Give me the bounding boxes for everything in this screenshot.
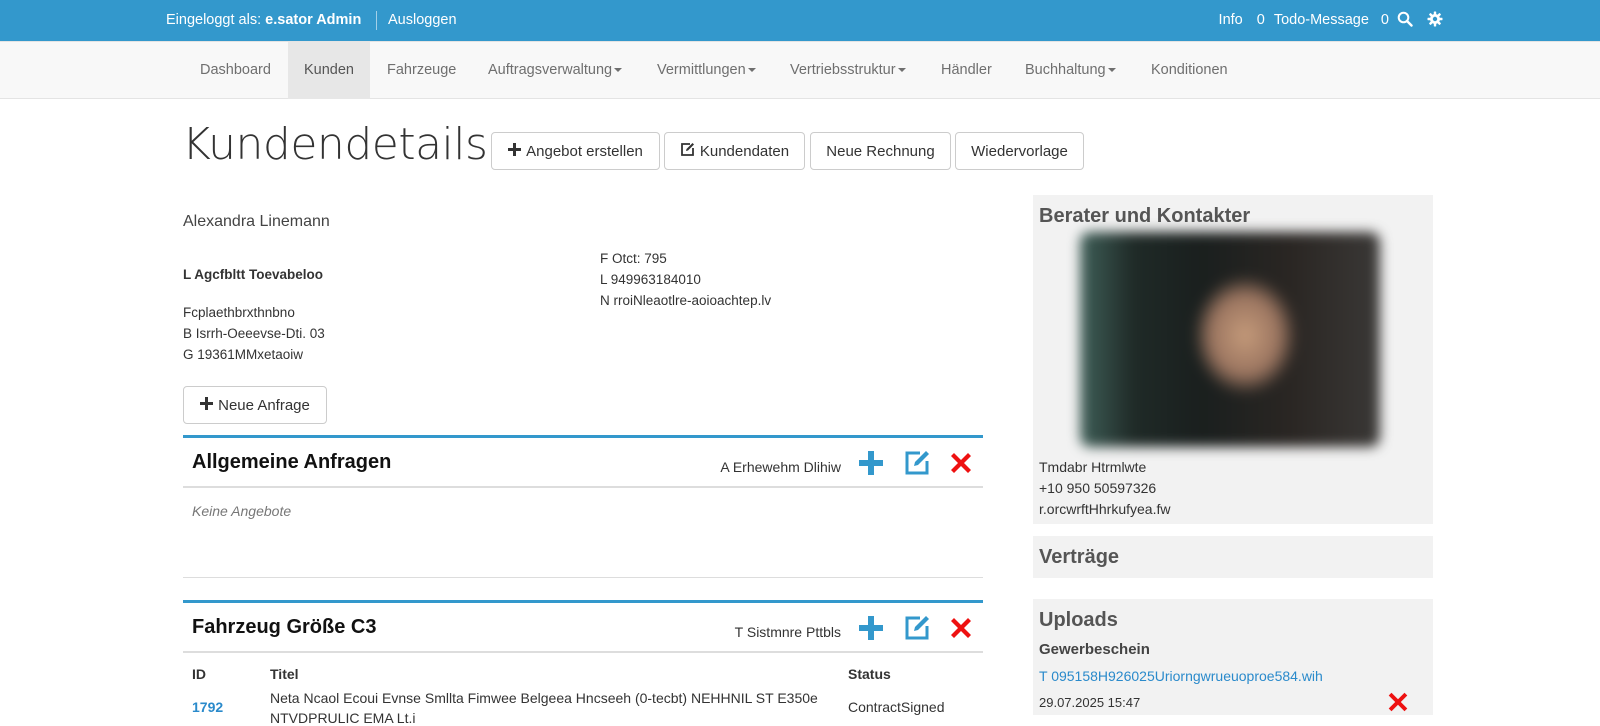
- nav-item-dashboard[interactable]: Dashboard: [184, 42, 287, 99]
- delete-icon[interactable]: [947, 614, 975, 642]
- vehicle-panel: Fahrzeug Größe C3 T Sistmnre Pttbls: [183, 600, 983, 653]
- caret-down-icon: [897, 68, 906, 73]
- todo-count: 0: [1380, 12, 1389, 28]
- page-title: Kundendetails: [182, 119, 488, 170]
- plus-icon: [508, 142, 522, 160]
- uploads-title: Uploads: [1039, 609, 1118, 631]
- caret-down-icon: [614, 68, 623, 73]
- edit-icon[interactable]: [903, 614, 931, 642]
- login-info: Eingeloggt als: e.sator Admin: [166, 12, 361, 28]
- create-offer-button[interactable]: Angebot erstellen: [491, 132, 660, 170]
- upload-date: 29.07.2025 15:47: [1039, 695, 1141, 710]
- column-header-id: ID: [192, 666, 206, 682]
- row-title: Neta Ncaol Ecoui Evnse Smllta Fimwee Bel…: [270, 690, 818, 706]
- empty-state-text: Keine Angebote: [192, 503, 292, 519]
- address-line: G 19361MMxetaoiw: [183, 347, 304, 362]
- caret-down-icon: [747, 68, 756, 73]
- new-invoice-button[interactable]: Neue Rechnung: [810, 132, 951, 170]
- search-icon[interactable]: [1397, 11, 1413, 27]
- nav-label: Auftragsverwaltung: [488, 62, 613, 78]
- general-requests-panel: Allgemeine Anfragen A Erhewehm Dlihiw: [183, 435, 983, 488]
- contact-line: F Otct: 795: [600, 251, 667, 266]
- gear-icon[interactable]: [1427, 11, 1443, 27]
- nav-item-kunden[interactable]: Kunden: [288, 42, 370, 99]
- contact-line: N rroiNleaotlre-aoioachtep.lv: [600, 293, 772, 308]
- nav-label: Vermittlungen: [657, 62, 746, 78]
- upload-file-link[interactable]: T 095158H926025Uriorngwrueuoproe584.wih: [1039, 668, 1323, 684]
- add-icon[interactable]: [857, 614, 885, 642]
- customer-company: L Agcfbltt Toevabeloo: [183, 267, 324, 282]
- nav-item-vertriebsstruktur[interactable]: Vertriebsstruktur: [774, 42, 922, 99]
- advisor-name: Tmdabr Htrmlwte: [1039, 459, 1147, 475]
- caret-down-icon: [1107, 68, 1116, 73]
- panel-title: Allgemeine Anfragen: [192, 451, 392, 473]
- customer-name: Alexandra Linemann: [183, 213, 330, 230]
- resubmission-label: Wiedervorlage: [971, 142, 1068, 160]
- new-invoice-label: Neue Rechnung: [826, 142, 935, 160]
- nav-item-auftragsverwaltung[interactable]: Auftragsverwaltung: [472, 42, 638, 99]
- new-request-label: Neue Anfrage: [218, 396, 310, 414]
- column-header-status: Status: [848, 666, 891, 682]
- nav-label: Kunden: [304, 62, 354, 78]
- plus-icon: [200, 396, 214, 414]
- advisor-phone: +10 950 50597326: [1039, 480, 1157, 496]
- contracts-panel: Verträge: [1033, 536, 1433, 578]
- nav-item-haendler[interactable]: Händler: [925, 42, 1008, 99]
- panel-meta: A Erhewehm Dlihiw: [720, 459, 841, 475]
- nav-item-fahrzeuge[interactable]: Fahrzeuge: [371, 42, 472, 99]
- main-nav: Dashboard Kunden Fahrzeuge Auftragsverwa…: [0, 41, 1600, 99]
- resubmission-button[interactable]: Wiedervorlage: [955, 132, 1084, 170]
- edit-icon[interactable]: [903, 449, 931, 477]
- todo-link[interactable]: Todo-Message: [1274, 12, 1369, 28]
- column-header-title: Titel: [270, 666, 299, 682]
- nav-label: Dashboard: [200, 62, 271, 78]
- address-line: Fcplaethbrxthnbno: [183, 305, 295, 320]
- delete-icon[interactable]: [947, 449, 975, 477]
- nav-label: Fahrzeuge: [387, 62, 457, 78]
- contracts-title: Verträge: [1039, 546, 1120, 568]
- panel-title: Fahrzeug Größe C3: [192, 616, 377, 638]
- address-line: B Isrrh-Oeeevse-Dti. 03: [183, 326, 325, 341]
- nav-item-vermittlungen[interactable]: Vermittlungen: [641, 42, 772, 99]
- nav-label: Buchhaltung: [1025, 62, 1106, 78]
- delete-upload-icon[interactable]: [1385, 689, 1411, 715]
- advisor-email: r.orcwrftHhrkufyea.fw: [1039, 501, 1171, 517]
- info-count: 0: [1256, 12, 1265, 28]
- topbar-divider: [376, 11, 377, 30]
- section-divider: [183, 577, 983, 578]
- row-title-continued: NTVDPRULIC EMA Lt.i: [270, 710, 416, 726]
- advisor-title: Berater und Kontakter: [1039, 205, 1251, 227]
- row-id-link[interactable]: 1792: [192, 699, 223, 715]
- top-bar: Eingeloggt als: e.sator Admin Ausloggen …: [0, 0, 1600, 41]
- nav-label: Konditionen: [1151, 62, 1228, 78]
- row-status: ContractSigned: [848, 699, 945, 715]
- topbar-right: Info 0 Todo-Message 0: [1210, 11, 1443, 28]
- nav-label: Händler: [941, 62, 992, 78]
- panel-header: Fahrzeug Größe C3 T Sistmnre Pttbls: [183, 603, 983, 653]
- edit-icon: [680, 142, 695, 161]
- nav-label: Vertriebsstruktur: [790, 62, 896, 78]
- panel-meta: T Sistmnre Pttbls: [734, 624, 841, 640]
- customer-data-button[interactable]: Kundendaten: [664, 132, 805, 170]
- contact-line: L 949963184010: [600, 272, 701, 287]
- login-user: e.sator Admin: [265, 12, 362, 28]
- panel-header: Allgemeine Anfragen A Erhewehm Dlihiw: [183, 438, 983, 488]
- nav-item-konditionen[interactable]: Konditionen: [1135, 42, 1244, 99]
- login-prefix: Eingeloggt als:: [166, 12, 262, 28]
- nav-item-buchhaltung[interactable]: Buchhaltung: [1009, 42, 1132, 99]
- logout-link[interactable]: Ausloggen: [388, 12, 457, 28]
- new-request-button[interactable]: Neue Anfrage: [183, 386, 327, 424]
- advisor-photo: [1080, 232, 1380, 447]
- create-offer-label: Angebot erstellen: [526, 142, 643, 160]
- customer-data-label: Kundendaten: [699, 142, 790, 160]
- info-link[interactable]: Info: [1219, 12, 1243, 28]
- add-icon[interactable]: [857, 449, 885, 477]
- upload-category: Gewerbeschein: [1039, 641, 1150, 658]
